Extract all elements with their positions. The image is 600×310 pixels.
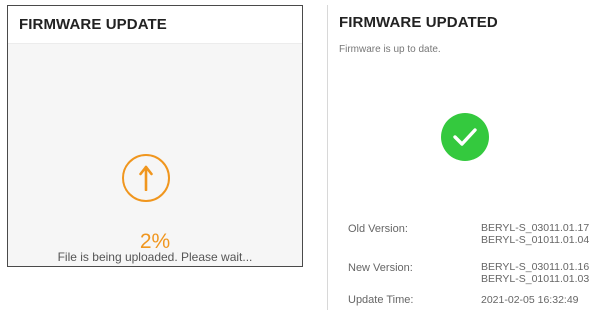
new-version-value-line: BERYL-S_03011.01.16 bbox=[481, 261, 590, 273]
old-version-value-line: BERYL-S_03011.01.17 bbox=[481, 222, 590, 234]
upload-panel-header: FIRMWARE UPDATE bbox=[8, 6, 302, 44]
old-version-value-line: BERYL-S_01011.01.04 bbox=[481, 234, 590, 246]
updated-panel-subtitle: Firmware is up to date. bbox=[339, 44, 441, 55]
old-version-value: BERYL-S_03011.01.17 BERYL-S_01011.01.04 bbox=[481, 222, 589, 246]
update-time-value: 2021-02-05 16:32:49 bbox=[481, 294, 579, 306]
firmware-upload-panel: FIRMWARE UPDATE 2% File is being uploade… bbox=[7, 5, 303, 267]
new-version-value: BERYL-S_03011.01.16 BERYL-S_01011.01.03 bbox=[481, 261, 589, 285]
update-time-label: Update Time: bbox=[348, 294, 414, 306]
upload-panel-title: FIRMWARE UPDATE bbox=[19, 16, 167, 33]
new-version-value-line: BERYL-S_01011.01.03 bbox=[481, 273, 590, 285]
upload-arrow-icon bbox=[122, 154, 170, 202]
upload-status-text: File is being uploaded. Please wait... bbox=[57, 250, 253, 264]
firmware-updated-panel: FIRMWARE UPDATED Firmware is up to date.… bbox=[327, 5, 600, 310]
updated-panel-title: FIRMWARE UPDATED bbox=[339, 14, 498, 31]
new-version-label: New Version: bbox=[348, 262, 413, 274]
old-version-label: Old Version: bbox=[348, 223, 408, 235]
checkmark-icon bbox=[441, 113, 489, 161]
